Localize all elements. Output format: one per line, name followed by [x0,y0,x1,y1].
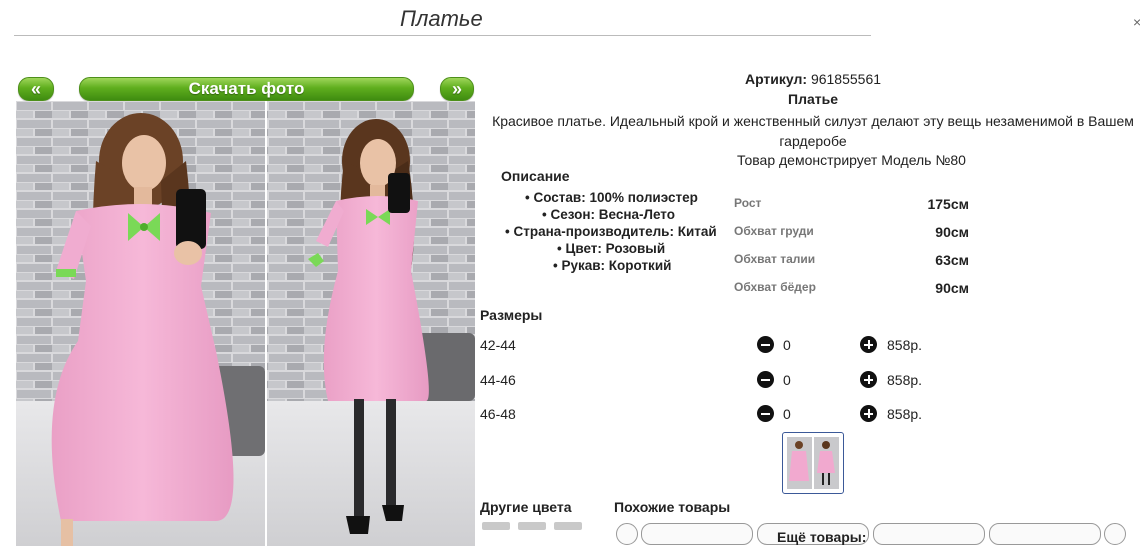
spec-item: Сезон: Весна-Лето [542,207,675,222]
specs-heading: Описание [501,168,570,184]
similar-product-card[interactable] [989,523,1101,545]
article-line: Артикул: 961855561 [700,71,926,87]
quantity-value: 0 [783,406,791,422]
plus-icon[interactable] [860,405,877,422]
similar-products-heading: Похожие товары [614,499,731,515]
next-photo-button[interactable]: » [440,77,474,101]
minus-icon[interactable] [757,371,774,388]
prev-photo-button[interactable]: « [18,77,54,101]
close-icon[interactable]: × [1133,14,1140,30]
measurement-label: Обхват бёдер [734,280,816,294]
measurement-label: Рост [734,196,762,210]
plus-icon[interactable] [860,371,877,388]
spec-item: Цвет: Розовый [557,241,665,256]
quantity-value: 0 [783,372,791,388]
sizes-heading: Размеры [480,307,543,323]
size-price: 858р. [887,406,923,422]
product-photo-image [16,101,475,546]
similar-product-card[interactable] [873,523,985,545]
measurement-value: 90см [935,280,969,296]
color-swatch[interactable] [554,522,582,530]
plus-icon[interactable] [860,336,877,353]
quantity-value: 0 [783,337,791,353]
similar-product-card[interactable] [641,523,753,545]
product-description: Красивое платье. Идеальный крой и женств… [492,113,1134,149]
measurement-label: Обхват талии [734,252,816,266]
size-label: 46-48 [480,406,516,422]
spec-item: Состав: 100% полиэстер [525,190,697,205]
color-swatch[interactable] [518,522,546,530]
size-label: 42-44 [480,337,516,353]
more-products-label: Ещё товары: [777,529,867,545]
product-photo [16,101,475,546]
similar-prev-icon[interactable] [616,523,638,545]
measurement-value: 175см [927,196,969,212]
measurement-label: Обхват груди [734,224,814,238]
measurement-value: 90см [935,224,969,240]
page-title: Платье [400,6,483,31]
similar-next-icon[interactable] [1104,523,1126,545]
model-info: Товар демонстрирует Модель №80 [737,152,966,168]
photo-thumbnail[interactable] [782,432,844,494]
article-label: Артикул: [744,71,808,87]
size-label: 44-46 [480,372,516,388]
color-swatch[interactable] [482,522,510,530]
download-photo-button[interactable]: Скачать фото [79,77,414,101]
title-divider [14,35,871,36]
other-colors-heading: Другие цвета [480,499,572,515]
size-price: 858р. [887,337,923,353]
product-name: Платье [788,91,838,107]
article-number: 961855561 [810,71,882,87]
measurement-value: 63см [935,252,969,268]
spec-item: Рукав: Короткий [553,258,671,273]
thumbnail-image [787,437,839,489]
minus-icon[interactable] [757,405,774,422]
minus-icon[interactable] [757,336,774,353]
spec-item: Страна-производитель: Китай [505,224,716,239]
size-price: 858р. [887,372,923,388]
